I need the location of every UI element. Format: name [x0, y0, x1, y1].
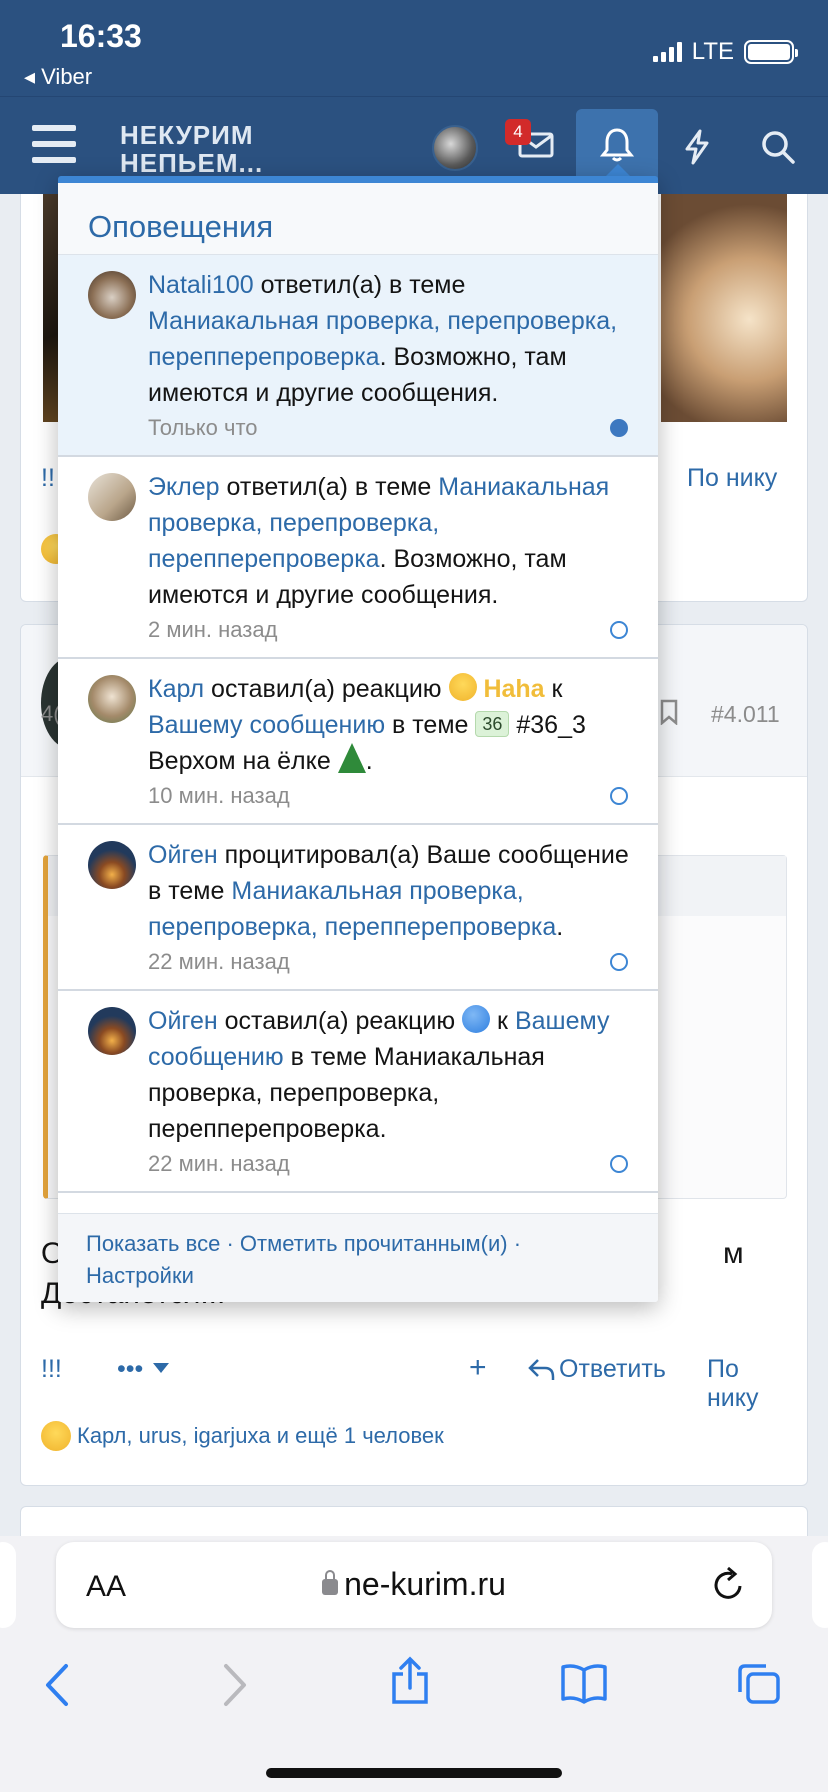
chevron-down-icon[interactable] — [153, 1363, 169, 1373]
reply-button[interactable]: Ответить — [559, 1355, 666, 1384]
read-dot-icon[interactable] — [610, 1155, 628, 1173]
status-bar: 16:33 ◂ Viber LTE — [0, 0, 828, 96]
christmas-tree-icon — [337, 743, 366, 773]
lightning-icon[interactable] — [682, 129, 712, 165]
notification-item[interactable]: Карл оставил(а) реакцию Haha к Вашему со… — [58, 659, 658, 825]
share-icon[interactable] — [390, 1656, 430, 1706]
notification-text: Ойген процитировал(а) Ваше сообщение в т… — [148, 841, 629, 941]
read-dot-icon[interactable] — [610, 787, 628, 805]
thread-prefix-tag: 36 — [475, 711, 510, 737]
user-avatar[interactable] — [88, 473, 136, 521]
unread-dot-icon[interactable] — [610, 419, 628, 437]
mail-badge: 4 — [505, 119, 531, 145]
user-link[interactable]: Карл — [148, 675, 204, 703]
reload-icon[interactable] — [710, 1566, 746, 1604]
post-number[interactable]: #4.011 — [711, 701, 780, 728]
status-time: 16:33 — [60, 18, 142, 54]
post-actions: !!! ••• + Ответить По нику — [41, 1349, 789, 1412]
tabs-icon[interactable] — [736, 1662, 782, 1706]
reactions-summary[interactable]: Карл, urus, igarjuxa и ещё 1 человек — [41, 1421, 444, 1451]
notification-time: 22 мин. назад — [148, 1151, 290, 1176]
settings-link[interactable]: Настройки — [86, 1263, 194, 1288]
address-bar-area: AA ne-kurim.ru — [0, 1536, 828, 1640]
show-all-link[interactable]: Показать все — [86, 1231, 220, 1256]
user-avatar[interactable] — [88, 271, 136, 319]
like-reaction-icon — [462, 1005, 491, 1033]
laugh-emoji-icon — [41, 1421, 71, 1451]
read-dot-icon[interactable] — [610, 953, 628, 971]
popup-arrow — [606, 164, 630, 176]
bookmarks-icon[interactable] — [560, 1662, 608, 1704]
message-text-line1-end: м — [723, 1237, 744, 1270]
next-tab-pill[interactable] — [812, 1542, 828, 1628]
notification-time: 22 мин. назад — [148, 949, 290, 974]
user-avatar[interactable] — [88, 1007, 136, 1055]
user-link[interactable]: Natali100 — [148, 271, 254, 299]
back-to-app-link[interactable]: ◂ Viber — [24, 64, 92, 90]
post1-exclaim[interactable]: !! — [41, 464, 55, 493]
popup-footer: Показать все · Отметить прочитанным(и) ·… — [58, 1213, 658, 1302]
post-image-cat — [661, 194, 787, 422]
notifications-popup: Оповещения Natali100 ответил(а) в теме М… — [58, 176, 658, 1302]
reply-icon[interactable] — [527, 1357, 555, 1383]
bell-icon — [600, 128, 634, 162]
search-icon[interactable] — [760, 129, 796, 165]
user-avatar[interactable] — [88, 841, 136, 889]
notifications-list: Natali100 ответил(а) в теме Маниакальная… — [58, 255, 658, 1213]
browser-toolbar — [0, 1640, 828, 1792]
more-button[interactable]: ••• — [117, 1355, 143, 1384]
home-indicator — [266, 1768, 562, 1778]
notification-item[interactable]: Эклер ответил(а) в теме Маниакальная про… — [58, 457, 658, 659]
notification-item[interactable]: Ойген процитировал(а) Ваше сообщение в т… — [58, 825, 658, 991]
mark-read-link[interactable]: Отметить прочитанным(и) — [240, 1231, 508, 1256]
site-logo[interactable]: НЕКУРИМ НЕПЬЕМ... — [120, 121, 263, 177]
notification-item[interactable]: Ойген оставил(а) реакцию к Вашему сообще… — [58, 991, 658, 1193]
notification-time: 2 мин. назад — [148, 617, 278, 642]
message-link[interactable]: Вашему сообщению — [148, 711, 385, 739]
plus-button[interactable]: + — [469, 1351, 487, 1385]
user-link[interactable]: Ойген — [148, 841, 218, 869]
notification-text: Ойген оставил(а) реакцию к Вашему сообще… — [148, 1005, 610, 1143]
notification-item[interactable]: Natali100 ответил(а) в теме Маниакальная… — [58, 255, 658, 457]
user-link[interactable]: Ойген — [148, 1007, 218, 1035]
url-text: ne-kurim.ru — [344, 1566, 506, 1602]
url-field[interactable]: ne-kurim.ru — [56, 1566, 772, 1603]
notification-time: Только что — [148, 415, 258, 440]
logo-line-2: НЕПЬЕМ... — [120, 148, 264, 178]
exclaim-button[interactable]: !!! — [41, 1355, 62, 1384]
user-avatar[interactable] — [432, 125, 478, 171]
menu-icon[interactable] — [32, 125, 76, 163]
notification-text: Эклер ответил(а) в теме Маниакальная про… — [148, 473, 610, 609]
battery-icon — [744, 40, 798, 64]
network-type: LTE — [691, 38, 734, 65]
previous-tab-pill[interactable] — [0, 1542, 16, 1628]
forward-arrow-icon[interactable] — [216, 1662, 252, 1708]
logo-line-1: НЕКУРИМ — [120, 120, 254, 150]
address-bar[interactable]: AA ne-kurim.ru — [56, 1542, 772, 1628]
notification-text: Карл оставил(а) реакцию Haha к Вашему со… — [148, 673, 586, 775]
read-dot-icon[interactable] — [610, 621, 628, 639]
by-nick-link[interactable]: По нику — [707, 1355, 789, 1413]
signal-icon — [652, 42, 682, 62]
post1-by-nick-link[interactable]: По нику — [687, 464, 777, 493]
lock-icon — [322, 1570, 339, 1595]
user-link[interactable]: Эклер — [148, 473, 220, 501]
notification-text: Natali100 ответил(а) в теме Маниакальная… — [148, 271, 618, 407]
back-arrow-icon[interactable] — [40, 1662, 76, 1708]
bookmark-icon[interactable] — [659, 699, 679, 725]
status-right: LTE — [652, 38, 798, 66]
user-avatar[interactable] — [88, 675, 136, 723]
notification-time: 10 мин. назад — [148, 783, 290, 808]
reactions-text: Карл, urus, igarjuxa и ещё 1 человек — [77, 1423, 444, 1448]
reaction-name: Haha — [483, 675, 545, 703]
popup-title: Оповещения — [58, 183, 658, 255]
haha-reaction-icon — [448, 673, 477, 701]
